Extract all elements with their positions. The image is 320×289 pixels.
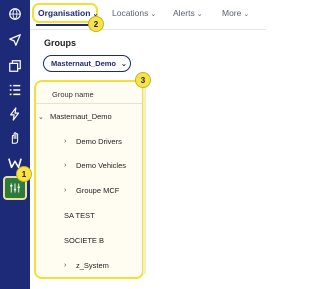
group-label: Groupe MCF xyxy=(76,186,120,195)
group-row-sa-test[interactable]: SA TEST xyxy=(64,211,95,220)
chevron-down-icon[interactable]: ⌄ xyxy=(38,113,50,121)
group-row-societe-b[interactable]: SOCIETE B xyxy=(64,236,104,245)
group-label: Masternaut_Demo xyxy=(50,112,112,121)
navigation-icon[interactable] xyxy=(5,30,25,50)
company-select[interactable]: Masternaut_Demo ⌄ xyxy=(43,55,131,72)
tab-organisation[interactable]: Organisation ⌄ xyxy=(38,8,98,18)
group-row-masternaut-demo[interactable]: ⌄ Masternaut_Demo xyxy=(38,112,112,121)
app-window: Organisation ⌄ Locations ⌄ Alerts ⌄ More ⌄ G… xyxy=(0,0,266,289)
annotation-badge: 2 xyxy=(88,16,104,32)
tab-label: More xyxy=(222,8,242,18)
chevron-right-icon[interactable]: › xyxy=(64,262,76,269)
tab-alerts[interactable]: Alerts ⌄ xyxy=(173,8,203,18)
scrollbar[interactable] xyxy=(143,84,146,274)
chevron-down-icon: ⌄ xyxy=(150,11,157,18)
annotation-badge: 1 xyxy=(16,166,32,182)
group-label: SA TEST xyxy=(64,211,95,220)
group-label: Demo Vehicles xyxy=(76,161,127,170)
group-label: z_System xyxy=(76,261,109,270)
group-label: SOCIETE B xyxy=(64,236,105,245)
tab-locations[interactable]: Locations ⌄ xyxy=(112,8,156,18)
chevron-right-icon[interactable]: › xyxy=(64,187,76,194)
list-icon[interactable] xyxy=(5,80,25,100)
divider xyxy=(36,103,142,104)
chevron-down-icon: ⌄ xyxy=(196,11,203,18)
left-nav-rail xyxy=(0,0,30,289)
chevron-down-icon: ⌄ xyxy=(243,11,250,18)
chevron-right-icon[interactable]: › xyxy=(64,162,76,169)
page-title: Groups xyxy=(44,38,77,48)
group-row-demo-vehicles[interactable]: › Demo Vehicles xyxy=(64,161,126,170)
copy-icon[interactable] xyxy=(5,56,25,76)
active-tab-indicator xyxy=(36,24,94,26)
group-label: Demo Drivers xyxy=(76,137,122,146)
tab-label: Locations xyxy=(112,8,149,18)
group-row-z-system[interactable]: › z_System xyxy=(64,261,109,270)
group-row-groupe-mcf[interactable]: › Groupe MCF xyxy=(64,186,119,195)
hand-icon[interactable] xyxy=(5,128,25,148)
tab-more[interactable]: More ⌄ xyxy=(222,8,249,18)
group-row-demo-drivers[interactable]: › Demo Drivers xyxy=(64,137,122,146)
chevron-right-icon[interactable]: › xyxy=(64,138,76,145)
bolt-icon[interactable] xyxy=(5,104,25,124)
tab-label: Organisation xyxy=(38,8,91,18)
globe-icon[interactable] xyxy=(5,4,25,24)
chevron-down-icon: ⌄ xyxy=(121,60,127,68)
column-header-group-name: Group name xyxy=(52,90,94,99)
company-select-value: Masternaut_Demo xyxy=(51,59,117,68)
annotation-badge: 3 xyxy=(135,72,151,88)
tab-label: Alerts xyxy=(173,8,195,18)
group-list-highlight xyxy=(34,80,144,279)
